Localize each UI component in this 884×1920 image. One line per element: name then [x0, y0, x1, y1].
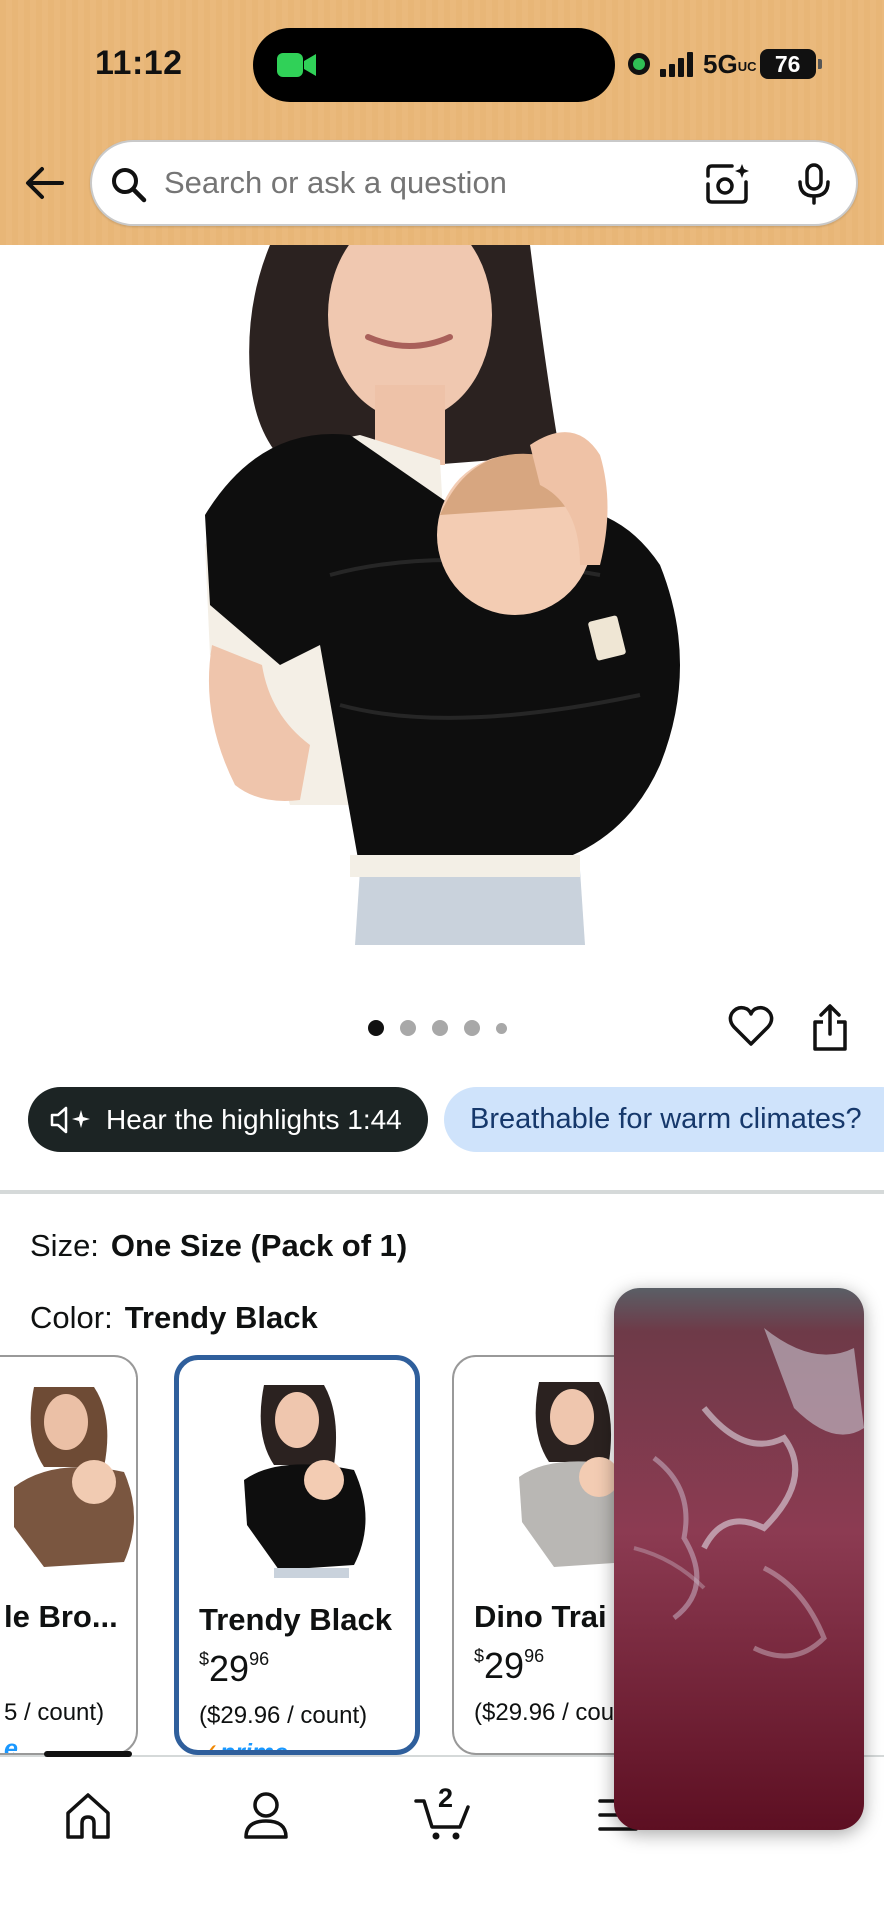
- swatch-unit-price: ($29.96 / count): [199, 1702, 368, 1729]
- carousel-dot[interactable]: [368, 1020, 384, 1036]
- microphone-icon[interactable]: [796, 162, 832, 206]
- floating-video-player[interactable]: [614, 1288, 864, 1830]
- swatch-unit-price: ($29.96 / cou: [474, 1699, 615, 1726]
- carousel-dot[interactable]: [496, 1022, 507, 1034]
- carousel-dot[interactable]: [432, 1020, 448, 1036]
- carousel-dot[interactable]: [464, 1020, 480, 1036]
- heart-icon[interactable]: [728, 1005, 774, 1047]
- prime-badge: ✓prime: [199, 1739, 289, 1755]
- color-swatch-card-selected[interactable]: Trendy Black $2996 ($29.96 / count) ✓pri…: [174, 1355, 420, 1755]
- swatch-unit-price: 5 / count): [4, 1699, 105, 1726]
- swatch-name: le Bro...: [4, 1599, 118, 1634]
- hear-highlights-button[interactable]: Hear the highlights 1:44: [28, 1087, 428, 1152]
- swatch-price: $2996: [474, 1645, 545, 1686]
- color-swatch-card[interactable]: le Bro... 5 / count) e: [0, 1355, 138, 1755]
- search-input[interactable]: [164, 142, 694, 224]
- account-icon[interactable]: [236, 1787, 296, 1843]
- product-page: 11:12 5GUC 76 Search or ask a question H…: [0, 0, 884, 1920]
- camera-lens-icon[interactable]: [704, 162, 750, 206]
- carousel-dot[interactable]: [400, 1020, 416, 1036]
- speaker-sparkle-icon: [50, 1106, 90, 1133]
- battery-indicator: 76: [759, 49, 822, 79]
- size-label: Size:: [30, 1228, 99, 1263]
- status-time: 11:12: [95, 44, 183, 82]
- network-type: 5GUC: [703, 48, 757, 79]
- hear-highlights-label: Hear the highlights 1:44: [106, 1103, 402, 1135]
- section-divider: [0, 1190, 884, 1194]
- size-row[interactable]: Size: One Size (Pack of 1): [30, 1228, 407, 1264]
- facetime-camera-icon: [277, 53, 316, 77]
- mic-in-use-icon: [628, 53, 650, 75]
- prime-badge: e: [4, 1735, 18, 1755]
- cart-button[interactable]: 2: [412, 1783, 478, 1843]
- header: 11:12 5GUC 76: [0, 0, 884, 245]
- question-chip[interactable]: Breathable for warm climates?: [444, 1087, 884, 1152]
- home-icon[interactable]: [58, 1787, 118, 1843]
- dynamic-island: [253, 28, 615, 102]
- swatch-name: Dino Trai: [474, 1599, 607, 1634]
- question-chip-label: Breathable for warm climates?: [470, 1103, 862, 1135]
- cart-count: 2: [438, 1783, 454, 1813]
- color-value: Trendy Black: [124, 1300, 318, 1335]
- color-label: Color:: [30, 1300, 113, 1335]
- image-carousel-dots[interactable]: [368, 1020, 507, 1036]
- color-row: Color: Trendy Black: [30, 1300, 318, 1336]
- back-arrow-icon[interactable]: [22, 160, 68, 206]
- size-value: One Size (Pack of 1): [110, 1228, 408, 1263]
- search-icon: [112, 168, 147, 203]
- swatch-name: Trendy Black: [199, 1602, 392, 1637]
- active-tab-indicator: [44, 1751, 132, 1757]
- swatch-thumbnail: [0, 1377, 136, 1587]
- product-main-image[interactable]: [0, 245, 884, 945]
- search-bar[interactable]: [90, 140, 858, 226]
- swatch-thumbnail: [219, 1380, 379, 1590]
- status-indicators: 5GUC 76: [628, 47, 822, 81]
- cellular-signal-icon: [660, 51, 693, 77]
- swatch-price: $2996: [199, 1648, 270, 1689]
- share-icon[interactable]: [810, 1004, 850, 1052]
